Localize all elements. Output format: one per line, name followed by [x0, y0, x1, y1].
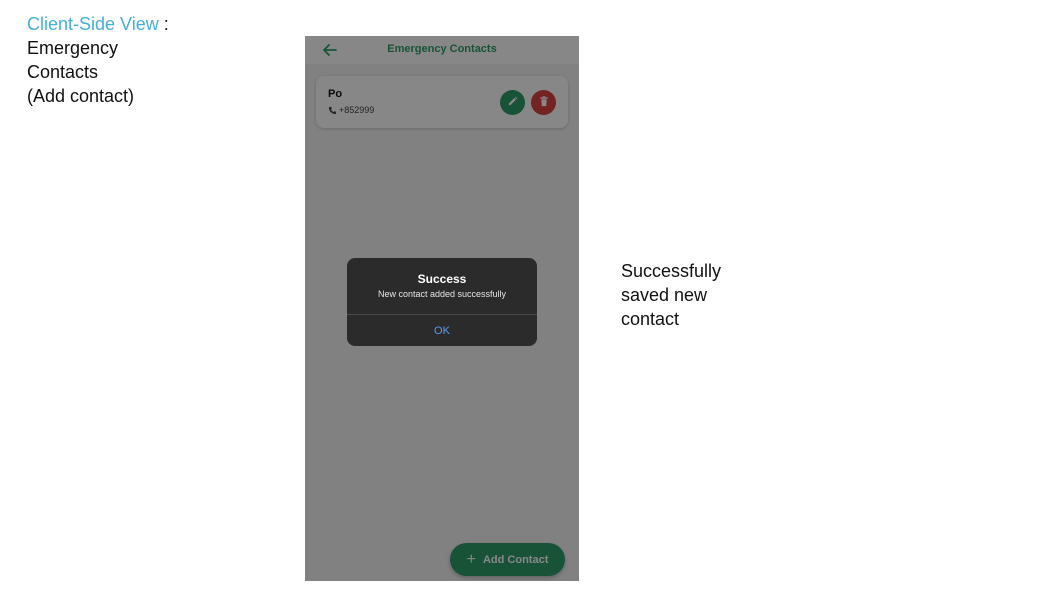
note-line: Successfully [621, 261, 722, 281]
note-line: contact [621, 309, 680, 329]
alert-title: Success [417, 272, 467, 286]
slide-note: Successfully saved new contact [621, 259, 771, 331]
caption-separator: : [158, 14, 169, 34]
note-line: saved new [621, 285, 708, 305]
slide-caption: Client-Side View : Emergency Contacts (A… [27, 12, 247, 108]
caption-line: Contacts [27, 62, 99, 82]
caption-heading: Client-Side View : [27, 12, 247, 36]
phone-screen: Emergency Contacts Po +852999 + Add Cont… [305, 36, 579, 581]
alert-message: New contact added successfully [377, 289, 507, 299]
caption-line: Emergency [27, 38, 119, 58]
success-alert-dialog: Success New contact added successfully O… [347, 258, 537, 346]
caption-accent-text: Client-Side View [27, 14, 159, 34]
ok-button[interactable]: OK [347, 315, 537, 346]
caption-line: (Add contact) [27, 86, 135, 106]
